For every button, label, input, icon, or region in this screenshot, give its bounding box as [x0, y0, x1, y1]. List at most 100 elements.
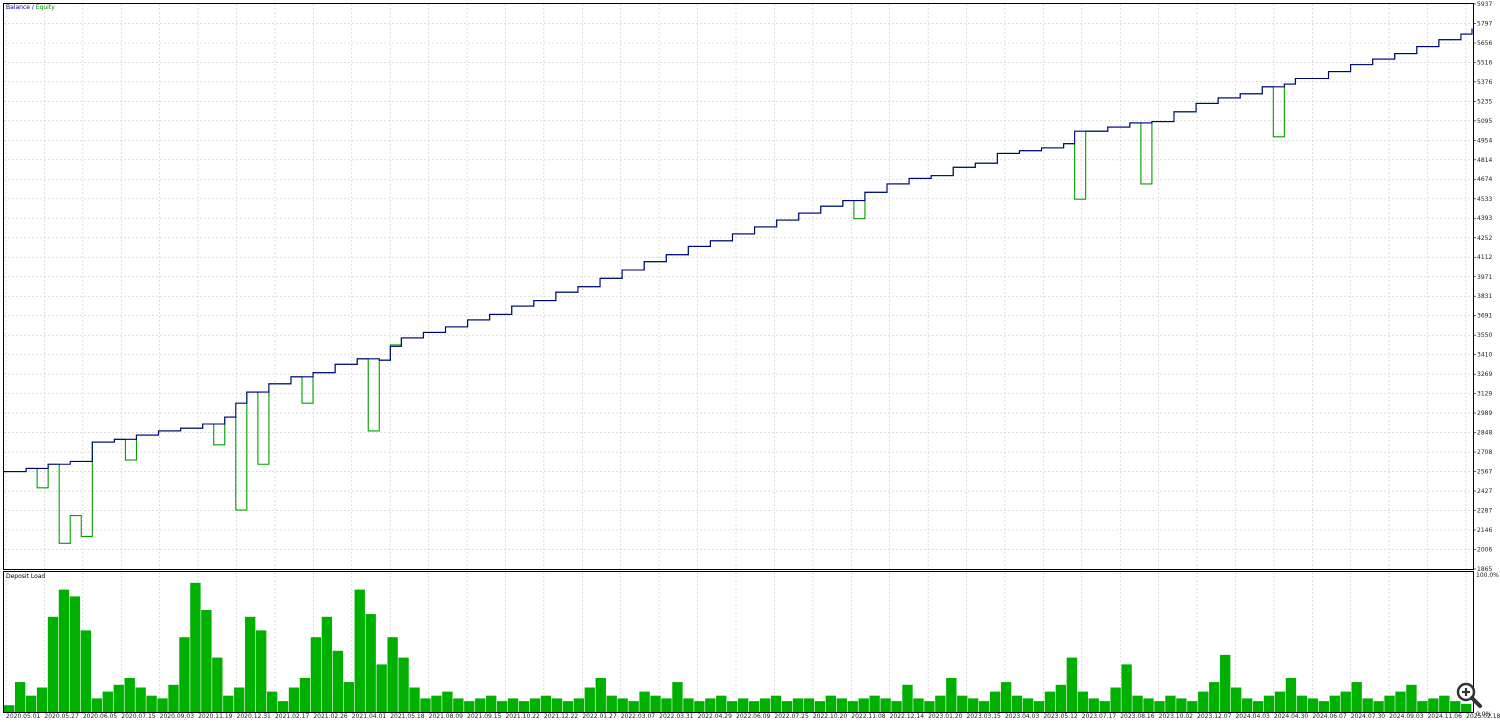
deposit-load-bar	[507, 698, 519, 712]
deposit-load-bar	[1252, 701, 1264, 712]
deposit-load-bar	[255, 630, 267, 712]
deposit-load-bar	[1395, 691, 1406, 712]
x-tick-label: 2021.10.22	[505, 713, 540, 720]
deposit-load-bar	[825, 695, 836, 712]
y-tick-label: 2006	[1477, 546, 1492, 553]
deposit-load-bar	[1121, 664, 1132, 712]
deposit-load-bar	[1099, 701, 1110, 712]
deposit-load-bar	[1055, 684, 1067, 712]
deposit-load-bar	[1022, 698, 1034, 712]
x-tick-label: 2021.08.09	[429, 713, 464, 720]
y-tick-label: 3971	[1477, 274, 1492, 281]
deposit-load-bar	[694, 701, 705, 712]
x-tick-label: 2022.03.07	[621, 713, 656, 720]
y-tick-label: 4814	[1477, 157, 1492, 164]
deposit-load-bar	[25, 695, 37, 712]
deposit-load-bar	[968, 698, 979, 712]
deposit-load-bar	[705, 698, 716, 712]
deposit-load-bar	[595, 678, 606, 712]
y-tick-label: 3129	[1477, 391, 1492, 398]
y-tick-label: 4533	[1477, 196, 1492, 203]
deposit-load-bar	[113, 684, 124, 712]
x-tick-label: 2022.06.09	[736, 713, 771, 720]
y-tick-label: 2287	[1477, 507, 1492, 514]
x-tick-label: 2021.05.18	[390, 713, 425, 720]
deposit-load-bar	[47, 616, 59, 712]
deposit-load-bar	[814, 701, 826, 712]
deposit-panel-frame	[3, 571, 1474, 713]
x-tick-label: 2024.06.07	[1312, 713, 1347, 720]
deposit-load-bar	[1241, 698, 1253, 712]
deposit-load-bar	[562, 701, 574, 712]
y-tick-label: 5376	[1477, 79, 1492, 86]
deposit-load-bar	[168, 684, 179, 712]
deposit-load-bar	[617, 698, 628, 712]
y-tick-label: 5656	[1477, 40, 1492, 47]
y-tick-label: 4393	[1477, 215, 1492, 222]
magnifier-plus-icon[interactable]	[1455, 681, 1483, 709]
x-tick-label: 2020.09.03	[160, 713, 195, 720]
x-tick-label: 2023.04.03	[1005, 713, 1040, 720]
deposit-load-bar	[1296, 695, 1308, 712]
deposit-load-bar	[957, 695, 968, 712]
deposit-load-bar	[102, 691, 113, 712]
deposit-load-bar	[365, 614, 376, 712]
deposit-load-bar	[716, 695, 727, 712]
x-tick-label: 2021.12.22	[544, 713, 579, 720]
deposit-load-bar	[376, 664, 387, 712]
deposit-load-bar	[4, 705, 15, 712]
deposit-load-bar	[880, 698, 891, 712]
deposit-load-bar	[869, 695, 880, 712]
deposit-load-bar	[1351, 682, 1362, 712]
deposit-load-bar	[1329, 695, 1340, 712]
deposit-load-bar	[157, 698, 168, 712]
y-tick-label: 2989	[1477, 410, 1492, 417]
deposit-load-bar	[1154, 701, 1165, 712]
x-tick-label: 2021.02.26	[313, 713, 348, 720]
deposit-load-bar	[1044, 691, 1056, 712]
y-axis-ticks: 1865200621462287242725672708284829893129…	[1473, 1, 1492, 573]
deposit-load-bar	[464, 701, 475, 712]
x-tick-label: 2021.09.15	[467, 713, 502, 720]
deposit-load-bar	[409, 687, 420, 712]
deposit-load-bar	[759, 698, 771, 712]
deposit-load-bar	[1230, 687, 1242, 712]
deposit-load-bar	[529, 698, 541, 712]
deposit-load-bar	[913, 698, 924, 712]
deposit-load-bar	[310, 637, 322, 712]
deposit-load-bar	[1033, 701, 1045, 712]
deposit-load-bar	[1198, 691, 1209, 712]
deposit-load-bar	[69, 596, 81, 712]
deposit-load-bar	[1066, 657, 1078, 712]
legend-equity: Equity	[36, 4, 55, 11]
deposit-load-bar	[1132, 695, 1143, 712]
deposit-load-bar	[540, 695, 552, 712]
deposit-load-bar	[1406, 684, 1417, 712]
deposit-load-bar	[727, 701, 738, 712]
deposit-load-bar	[1165, 695, 1176, 712]
deposit-load-bar	[91, 698, 102, 712]
deposit-load-bar	[442, 691, 453, 712]
deposit-load-bar	[738, 698, 749, 712]
deposit-load-bar	[935, 695, 946, 712]
deposit-load-bar	[212, 657, 223, 712]
chart-legend: Balance / Equity	[6, 4, 55, 11]
x-tick-label: 2020.05.01	[6, 713, 41, 720]
deposit-load-bar	[770, 695, 782, 712]
deposit-load-bar	[1274, 691, 1286, 712]
deposit-load-bar	[584, 687, 595, 712]
x-tick-label: 2022.03.31	[659, 713, 694, 720]
deposit-load-bar	[518, 701, 530, 712]
x-tick-label: 2020.11.19	[198, 713, 233, 720]
deposit-load-bar	[475, 698, 486, 712]
deposit-load-bar	[979, 701, 990, 712]
deposit-load-bar	[672, 682, 683, 712]
deposit-load-bar	[858, 698, 869, 712]
deposit-load-bar	[245, 616, 256, 712]
x-tick-label: 2023.10.02	[1159, 713, 1194, 720]
deposit-load-bar	[1362, 698, 1373, 712]
deposit-load-bar	[1110, 687, 1121, 712]
main-panel-frame	[3, 3, 1474, 570]
deposit-load-bar	[1340, 691, 1351, 712]
deposit-load-bar	[179, 637, 190, 712]
